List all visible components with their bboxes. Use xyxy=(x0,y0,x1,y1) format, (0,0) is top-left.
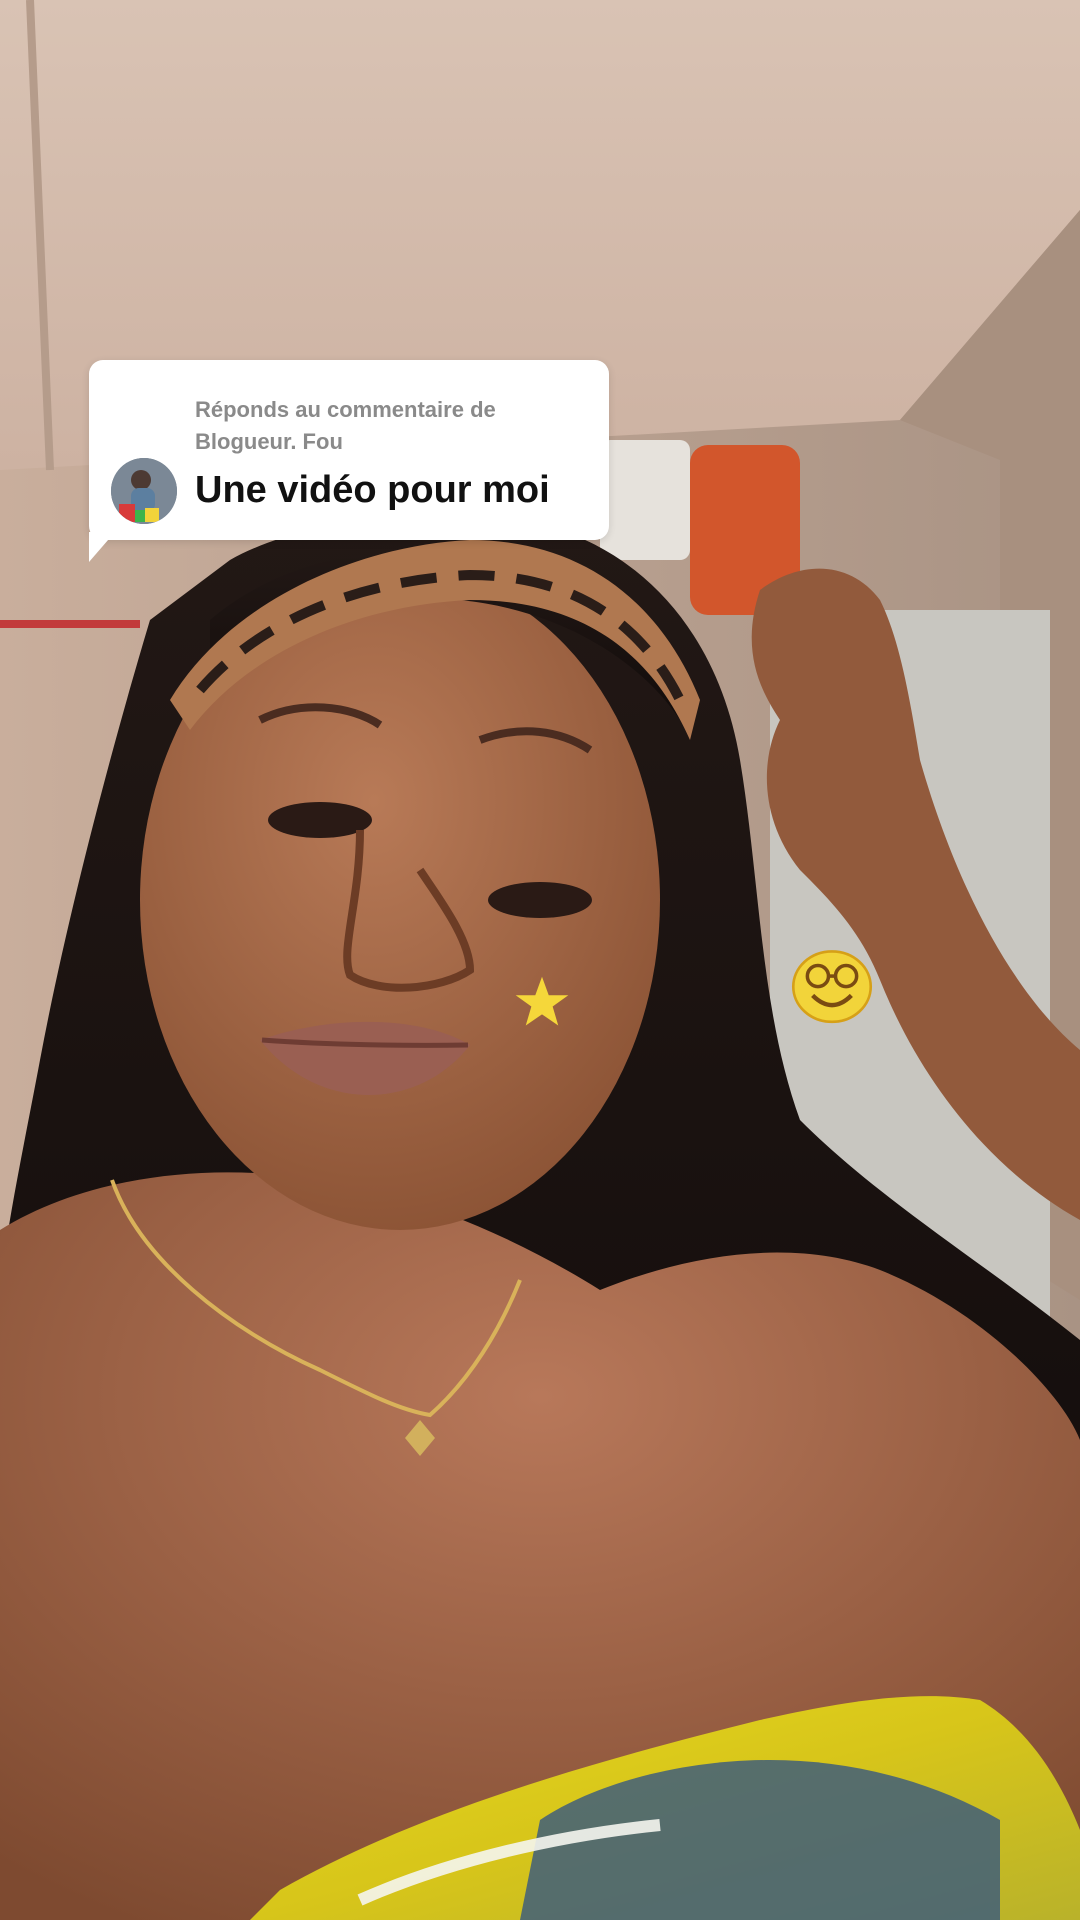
reply-comment-text: Une vidéo pour moi xyxy=(195,469,550,511)
reply-comment-card[interactable]: Réponds au commentaire de Blogueur. Fou … xyxy=(89,360,609,562)
reply-header-text: Réponds au commentaire de Blogueur. Fou xyxy=(195,397,496,454)
avatar-icon[interactable] xyxy=(111,458,177,524)
reply-bubble-tail xyxy=(89,532,115,562)
video-frame[interactable]: Réponds au commentaire de Blogueur. Fou … xyxy=(0,0,1080,1920)
smiley-glasses-icon xyxy=(791,950,873,1024)
star-icon xyxy=(515,976,569,1026)
video-scene xyxy=(0,0,1080,1920)
